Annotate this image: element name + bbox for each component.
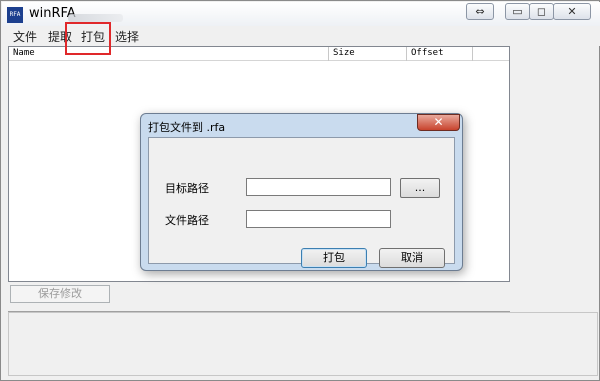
minimize-icon: ▭ <box>512 5 523 18</box>
close-button[interactable]: ✕ <box>553 3 591 20</box>
highlight-annotation <box>65 22 111 55</box>
dialog-title: 打包文件到 .rfa <box>148 121 226 134</box>
minimize-button[interactable]: ▭ <box>505 3 530 20</box>
pack-button[interactable]: 打包 <box>301 248 367 268</box>
browse-button[interactable]: ... <box>400 178 440 198</box>
save-changes-button[interactable]: 保存修改 <box>10 285 110 303</box>
dialog-close-button[interactable]: ✕ <box>417 114 460 131</box>
title-redacted <box>68 14 123 22</box>
menu-file[interactable]: 文件 <box>13 28 37 45</box>
target-path-label: 目标路径 <box>165 182 209 195</box>
cancel-button[interactable]: 取消 <box>379 248 445 268</box>
column-offset[interactable]: Offset <box>407 47 473 61</box>
log-area <box>8 312 598 376</box>
target-path-input[interactable] <box>246 178 391 196</box>
maximize-button[interactable]: ◻ <box>529 3 554 20</box>
close-icon: ✕ <box>567 5 577 18</box>
file-path-label: 文件路径 <box>165 214 209 227</box>
column-name[interactable]: Name <box>9 47 329 61</box>
column-size[interactable]: Size <box>329 47 407 61</box>
menu-select[interactable]: 选择 <box>115 28 139 45</box>
app-icon: RFA <box>7 7 23 23</box>
restore-arrows-button[interactable]: ⇔ <box>466 3 494 20</box>
file-path-input[interactable] <box>246 210 391 228</box>
close-icon: ✕ <box>433 115 444 129</box>
pack-dialog: 打包文件到 .rfa ✕ 目标路径 ... 文件路径 打包 取消 <box>140 113 463 271</box>
dialog-body: 目标路径 ... 文件路径 打包 取消 <box>148 137 455 268</box>
maximize-icon: ◻ <box>536 5 547 18</box>
main-window: RFA winRFA ⇔ ▭ ◻ ✕ 文件 提取 打包 选择 Name Size… <box>0 0 600 381</box>
side-panel <box>511 46 599 282</box>
double-arrow-icon: ⇔ <box>475 5 485 18</box>
